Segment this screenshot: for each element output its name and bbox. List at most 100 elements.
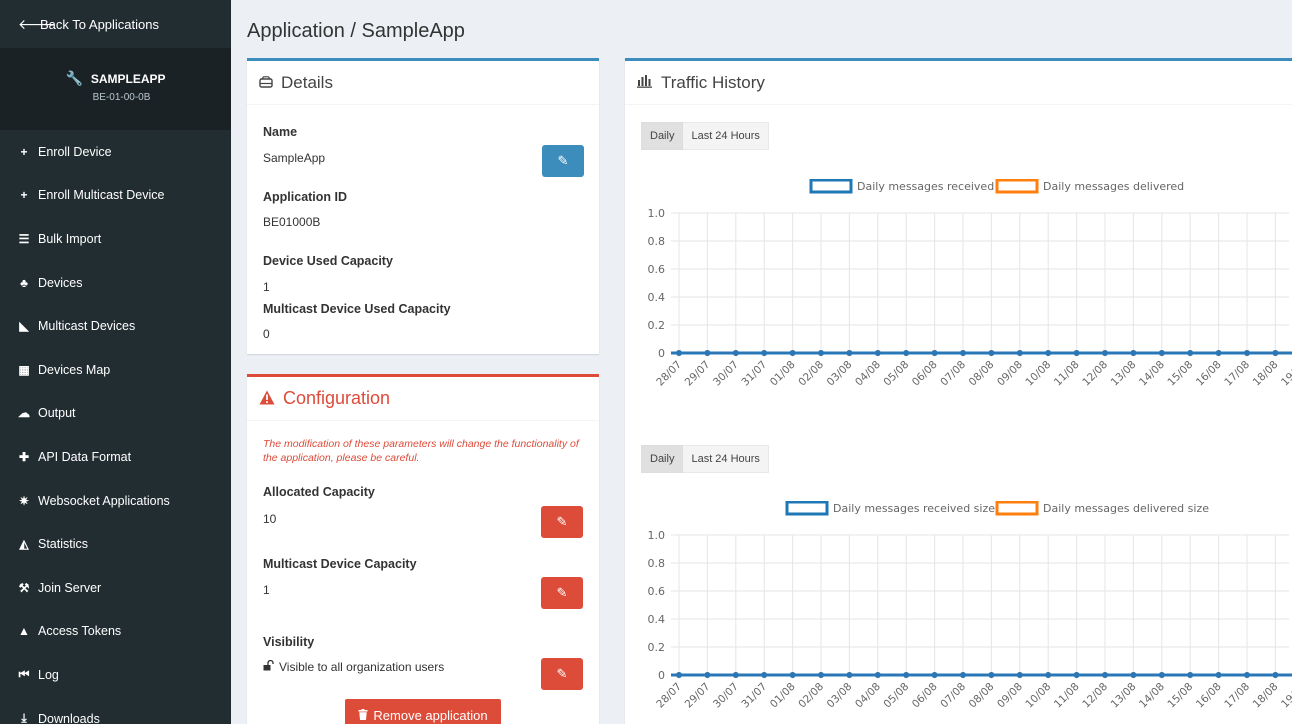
plus-icon: + [20,144,28,159]
back-label: Back To Applications [40,16,159,32]
x-tick-label: 31/07 [739,681,769,711]
chart2-last24-button[interactable]: Last 24 Hours [683,445,769,473]
sidebar-item-label: Output [38,406,76,421]
app-id-label: Application ID [263,190,348,204]
remove-application-label: Remove application [373,707,488,723]
sidebar-item-multicast-devices[interactable]: ◣ Multicast Devices [0,304,231,348]
multicast-capacity-label: Multicast Device Capacity [263,557,417,571]
edit-visibility-button[interactable]: ✎ [541,658,583,690]
sidebar-item-log[interactable]: ⏮ Log [0,653,231,697]
download-icon: ⤓ [21,711,27,724]
edit-multicast-capacity-button[interactable]: ✎ [541,577,583,609]
data-point [846,672,853,678]
x-tick-label: 15/08 [1165,681,1195,711]
y-tick-label: 0.6 [648,263,666,276]
data-point [818,350,824,356]
x-tick-label: 30/07 [711,359,741,389]
data-point [1272,672,1279,678]
details-title: Details [281,72,333,92]
x-tick-label: 07/08 [938,681,968,711]
main-content: Application / SampleApp Details Name Sam… [231,0,1292,724]
data-point [789,672,796,678]
x-tick-label: 12/08 [1080,681,1110,711]
sidebar-item-label: Statistics [38,537,89,552]
chart1-daily-button[interactable]: Daily [641,122,684,150]
sidebar-item-websocket-applications[interactable]: ✷ Websocket Applications [0,479,231,523]
sidebar-item-label: Websocket Applications [38,493,170,508]
cubes-icon: ♣ [20,275,28,290]
wrench-icon: 🔧 [65,70,83,86]
data-point [1130,350,1137,356]
edit-icon: ✎ [557,153,569,168]
edit-name-button[interactable]: ✎ [542,145,584,177]
app-name: 🔧 SAMPLEAPP [65,70,165,87]
back-to-applications-link[interactable]: 🡐 Back To Applications [0,0,231,48]
sidebar-item-devices-map[interactable]: ▦ Devices Map [0,348,231,392]
unlock-icon [263,659,274,674]
data-point [1016,672,1023,678]
device-capacity-value: 1 [263,280,270,294]
data-point [1215,672,1222,678]
data-point [1102,350,1108,356]
chart1-last24-button[interactable]: Last 24 Hours [683,122,769,150]
rss-icon: ◣ [19,319,29,334]
x-tick-label: 29/07 [683,359,713,389]
sidebar-item-statistics[interactable]: ◭ Statistics [0,522,231,566]
x-tick-label: 11/08 [1052,359,1082,389]
x-tick-label: 04/08 [853,681,883,711]
sidebar-item-output[interactable]: ☁ Output [0,392,231,436]
x-tick-label: 19/08 [1279,681,1292,711]
sidebar-item-downloads[interactable]: ⤓ Downloads [0,697,231,724]
sidebar: 🡐 Back To Applications 🔧 SAMPLEAPP BE-01… [0,0,231,724]
x-tick-label: 06/08 [910,359,940,389]
sidebar-item-label: Downloads [38,711,100,724]
sidebar-item-join-server[interactable]: ⚒ Join Server [0,566,231,610]
x-tick-label: 03/08 [825,359,855,389]
sidebar-item-enroll-device[interactable]: + Enroll Device [0,130,231,174]
sidebar-item-label: Log [38,667,59,682]
app-name-text: SAMPLEAPP [90,71,166,86]
x-tick-label: 31/07 [739,359,769,389]
edit-allocated-capacity-button[interactable]: ✎ [541,506,583,538]
sidebar-item-access-tokens[interactable]: ▲ Access Tokens [0,610,231,654]
data-point [931,672,938,678]
sidebar-item-enroll-multicast-device[interactable]: + Enroll Multicast Device [0,174,231,218]
chart2-daily-button[interactable]: Daily [641,445,684,473]
gavel-icon: ⚒ [18,580,30,595]
x-tick-label: 01/08 [768,681,798,711]
x-tick-label: 02/08 [796,359,826,389]
y-tick-label: 0.8 [648,235,666,248]
data-point [1073,350,1080,356]
plus-icon: + [20,188,28,203]
x-tick-label: 08/08 [967,359,997,389]
legend-label-1: Daily messages delivered [1043,180,1184,193]
y-tick-label: 0.8 [648,557,666,570]
multicast-capacity-value: 1 [263,583,270,597]
x-tick-label: 01/08 [768,359,798,389]
data-point [1187,350,1194,356]
y-tick-label: 1.0 [648,207,666,220]
x-tick-label: 28/07 [654,681,684,711]
data-point [988,350,995,356]
sidebar-item-bulk-import[interactable]: ☰ Bulk Import [0,217,231,261]
configuration-title: Configuration [283,388,391,408]
x-tick-label: 16/08 [1194,359,1224,389]
data-point [1158,350,1165,356]
x-tick-label: 05/08 [881,359,911,389]
x-tick-label: 10/08 [1023,681,1053,711]
sidebar-item-api-data-format[interactable]: ✚ API Data Format [0,435,231,479]
details-box: Details Name SampleApp ✎ Application ID … [247,58,599,354]
page-title: Application / SampleApp [247,20,465,42]
sidebar-item-label: Join Server [38,580,102,595]
sidebar-item-devices[interactable]: ♣ Devices [0,261,231,305]
data-point [789,350,796,356]
x-tick-label: 14/08 [1137,681,1167,711]
x-tick-label: 30/07 [711,681,741,711]
remove-application-button[interactable]: Remove application [345,699,501,724]
x-tick-label: 06/08 [910,681,940,711]
sidebar-item-label: Multicast Devices [38,319,136,334]
x-tick-label: 15/08 [1165,359,1195,389]
warning-icon [259,390,275,408]
x-tick-label: 07/08 [938,359,968,389]
y-tick-label: 0 [658,347,665,360]
